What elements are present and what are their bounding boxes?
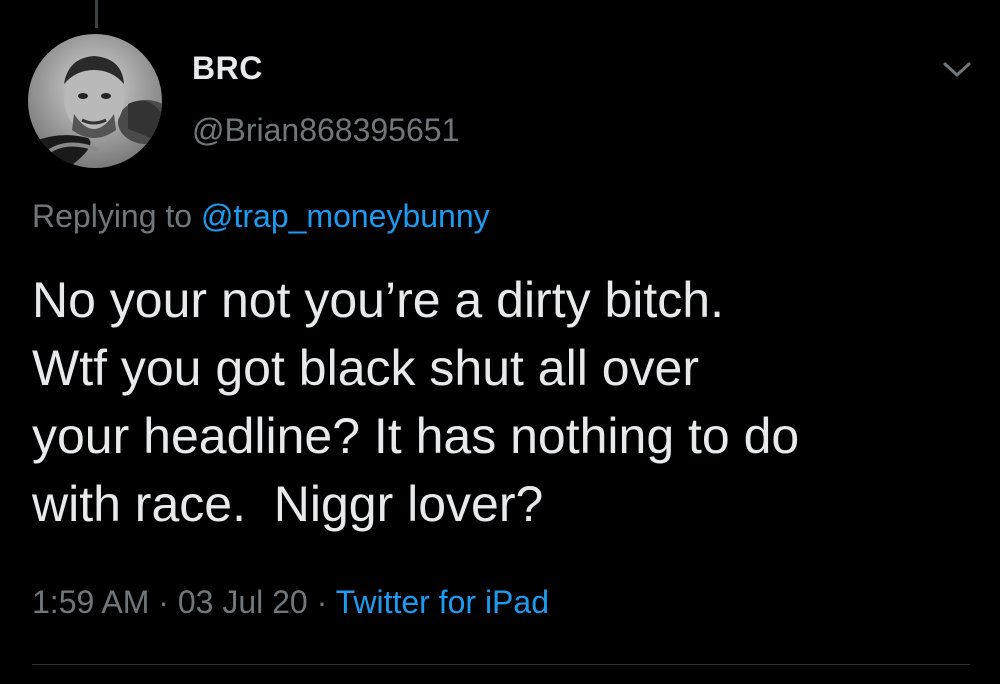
tweet-metadata: 1:59 AM · 03 Jul 20 · Twitter for iPad [32, 584, 549, 621]
replying-to: Replying to @trap_moneybunny [32, 198, 490, 235]
chevron-down-icon[interactable] [940, 56, 974, 82]
meta-separator: · [149, 584, 178, 620]
author-display-name[interactable]: BRC [192, 50, 263, 87]
tweet-text: No your not you’re a dirty bitch. Wtf yo… [32, 266, 972, 538]
meta-separator: · [307, 584, 336, 620]
tweet-source-link[interactable]: Twitter for iPad [336, 584, 549, 620]
tweet-time[interactable]: 1:59 AM [32, 584, 149, 620]
thread-connector-line [95, 0, 98, 28]
author-handle[interactable]: @Brian868395651 [192, 112, 459, 149]
divider [32, 664, 970, 665]
tweet-text-line: with race. Niggr lover? [32, 476, 544, 532]
replying-to-label: Replying to [32, 198, 201, 234]
avatar[interactable] [28, 34, 162, 168]
reply-mention-link[interactable]: @trap_moneybunny [201, 198, 490, 234]
tweet-text-line: Wtf you got black shut all over [32, 340, 699, 396]
tweet-text-line: your headline? It has nothing to do [32, 408, 800, 464]
tweet-date[interactable]: 03 Jul 20 [178, 584, 308, 620]
tweet-text-line: No your not you’re a dirty bitch. [32, 272, 724, 328]
avatar-photo [28, 34, 162, 168]
